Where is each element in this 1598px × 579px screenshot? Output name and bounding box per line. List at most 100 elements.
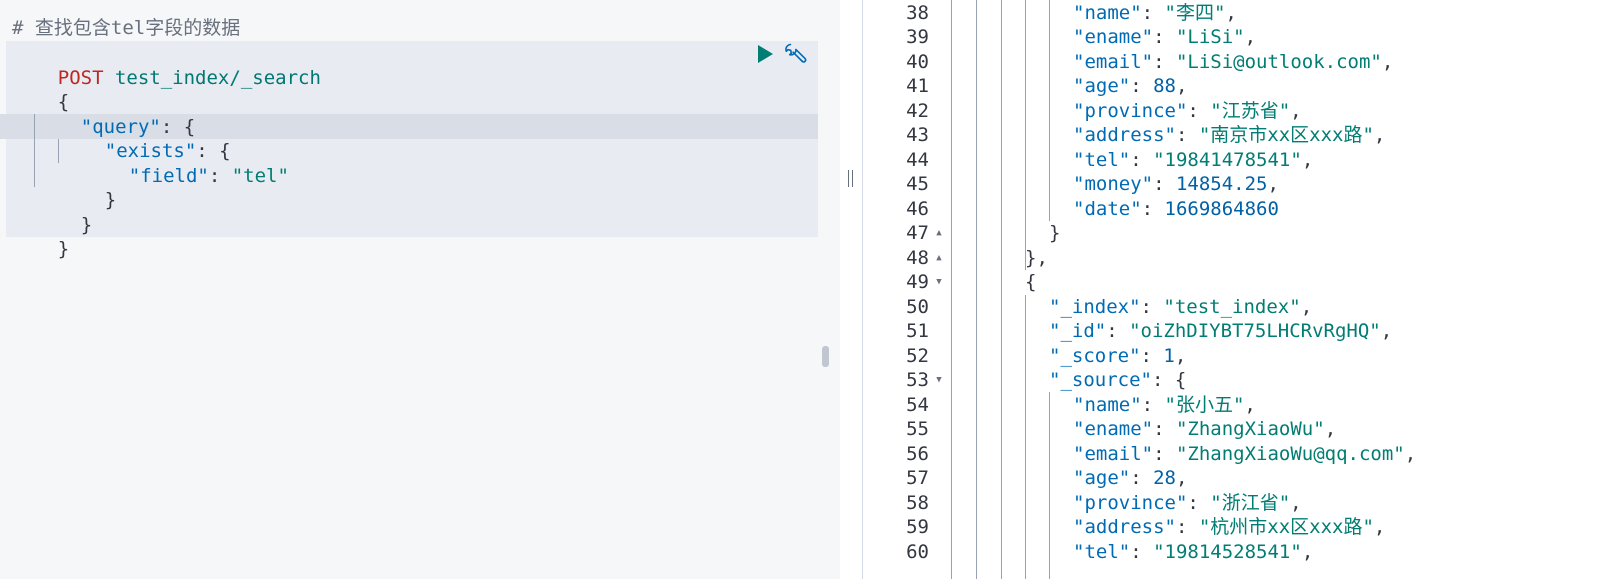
json-key: "ename" — [1073, 418, 1154, 440]
brace-token: { — [1025, 271, 1037, 293]
colon-token: : — [1153, 442, 1176, 465]
response-line: "money": 14854.25, — [1073, 172, 1279, 197]
brace-token: } — [104, 188, 117, 211]
comma-token: , — [1244, 26, 1257, 48]
colon-token: : — [1153, 50, 1176, 73]
json-key: "province" — [1073, 99, 1188, 122]
json-value: "李四" — [1164, 1, 1226, 24]
response-viewer[interactable]: 38 39 40 41 42 43 44 45 46 47 ▲ 48 ▲ 49 ▼ 50 51 52 53 ▼ 54 55… — [863, 0, 1598, 579]
colon-token: : — [1153, 173, 1176, 195]
json-key: "age" — [1073, 467, 1131, 489]
colon-token: : — [1141, 393, 1165, 416]
colon-token: : — [1140, 344, 1164, 367]
colon-token: : — [1106, 320, 1130, 342]
json-value: 1 — [1163, 344, 1175, 367]
colon-token: : — [1187, 99, 1211, 122]
json-key: "age" — [1073, 75, 1131, 97]
line-number: 39 — [906, 26, 929, 48]
json-value: "19841478541" — [1153, 148, 1302, 171]
colon-token: : — [1175, 516, 1199, 538]
comma-token: , — [1300, 295, 1313, 318]
indent-guide — [1001, 0, 1002, 579]
comma-token: , — [1301, 540, 1314, 563]
request-settings-button[interactable] — [782, 41, 808, 67]
line-number: 55 — [906, 418, 929, 440]
code-line[interactable]: } — [35, 188, 92, 236]
indent-guide — [1049, 0, 1050, 221]
json-key: "tel" — [1073, 148, 1131, 171]
colon-token: : — [1175, 124, 1199, 146]
line-number: 47 — [906, 222, 929, 244]
request-editor[interactable]: # 查找包含tel字段的数据 POST test_index/_search {… — [0, 0, 840, 579]
json-key: "tel" — [1073, 540, 1131, 563]
code-line[interactable]: } — [12, 212, 69, 260]
response-line: "_score": 1, — [1049, 344, 1186, 369]
punct-token: : — [208, 164, 232, 187]
json-value: "张小五" — [1164, 393, 1245, 416]
json-value: "test_index" — [1163, 295, 1301, 318]
response-line: "email": "LiSi@outlook.com", — [1073, 50, 1393, 75]
comma-token: , — [1290, 491, 1302, 514]
json-value: "oiZhDIYBT75LHCRvRgHQ" — [1129, 320, 1381, 342]
response-line: "name": "张小五", — [1073, 393, 1256, 418]
line-number: 40 — [906, 50, 929, 73]
code-line[interactable]: "query": { — [35, 90, 195, 138]
line-number: 41 — [906, 75, 929, 97]
colon-token: : — [1187, 491, 1211, 514]
code-line[interactable]: "exists": { — [59, 114, 231, 162]
line-number: 50 — [906, 295, 929, 318]
code-line[interactable]: { — [12, 65, 69, 113]
line-number: 49 — [906, 271, 929, 293]
response-line: "address": "杭州市xx区xxx路", — [1073, 515, 1385, 540]
indent-guide — [34, 114, 35, 187]
response-line: "ename": "ZhangXiaoWu", — [1073, 417, 1336, 442]
fold-expanded-icon[interactable]: ▼ — [934, 368, 944, 393]
comma-token: , — [1324, 418, 1337, 440]
brace-token: } — [80, 213, 93, 236]
json-value: "ZhangXiaoWu" — [1175, 418, 1325, 440]
fold-expanded-icon[interactable]: ▼ — [934, 270, 944, 295]
response-line: } — [1049, 221, 1060, 246]
line-number: 54 — [906, 393, 929, 416]
response-line: "_source": { — [1049, 368, 1186, 393]
json-value: "19814528541" — [1153, 540, 1302, 563]
json-key: "_id" — [1049, 320, 1107, 342]
line-number: 53 — [906, 369, 929, 391]
fold-collapsed-icon[interactable]: ▲ — [934, 246, 944, 271]
line-number: 42 — [906, 99, 929, 122]
indent-guide — [951, 0, 952, 579]
code-line[interactable]: "field": "tel" — [83, 139, 289, 187]
line-number: 60 — [906, 540, 929, 563]
json-value: 88 — [1153, 75, 1176, 97]
colon-token: : — [1153, 26, 1176, 48]
json-value: "浙江省" — [1210, 491, 1291, 514]
json-value: { — [1174, 369, 1187, 391]
json-value: 1669864860 — [1164, 197, 1279, 220]
response-line: "email": "ZhangXiaoWu@qq.com", — [1073, 442, 1416, 467]
response-line: "age": 88, — [1073, 74, 1187, 99]
json-key: "address" — [1073, 516, 1176, 538]
code-line[interactable]: } — [59, 163, 116, 211]
response-line: "date": 1669864860 — [1073, 197, 1279, 222]
colon-token: : — [1130, 467, 1154, 489]
response-line: "province": "江苏省", — [1073, 99, 1302, 124]
response-line: "tel": "19841478541", — [1073, 148, 1313, 173]
request-comment: # 查找包含tel字段的数据 — [12, 17, 241, 39]
fold-collapsed-icon[interactable]: ▲ — [934, 221, 944, 246]
comma-token: , — [1290, 99, 1302, 122]
json-key: "name" — [1073, 393, 1142, 416]
comma-token: , — [1301, 148, 1314, 171]
line-number: 38 — [906, 1, 929, 24]
comma-token: , — [1175, 467, 1188, 489]
pane-resizer[interactable] — [840, 0, 863, 579]
response-line: }, — [1025, 246, 1048, 271]
json-value: "LiSi@outlook.com" — [1175, 50, 1382, 73]
request-scrollbar-thumb[interactable] — [822, 346, 829, 367]
json-value: "南京市xx区xxx路" — [1198, 124, 1374, 146]
colon-token: : — [1130, 75, 1154, 97]
response-line: "tel": "19814528541", — [1073, 540, 1313, 565]
comma-token: , — [1381, 50, 1394, 73]
request-line[interactable]: POST test_index/_search — [12, 41, 321, 89]
json-value: "ZhangXiaoWu@qq.com" — [1175, 442, 1405, 465]
run-request-button[interactable] — [754, 43, 776, 65]
